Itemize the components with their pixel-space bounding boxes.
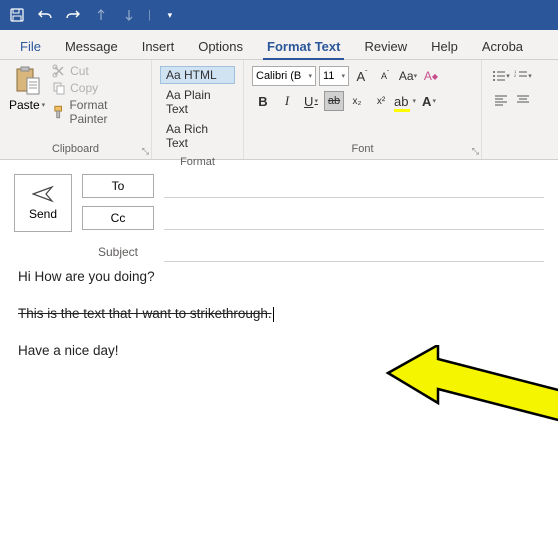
down-arrow-icon bbox=[118, 4, 140, 26]
superscript-button[interactable]: x² bbox=[370, 90, 392, 112]
font-color-button[interactable]: A ▾ bbox=[418, 90, 440, 112]
paste-button[interactable]: Paste ▾ bbox=[6, 64, 48, 114]
customize-qat-icon[interactable]: ▾ bbox=[159, 4, 181, 26]
tab-file[interactable]: File bbox=[8, 33, 53, 59]
clipboard-group-label: Clipboard bbox=[6, 141, 145, 157]
tab-format-text[interactable]: Format Text bbox=[255, 33, 352, 59]
subject-input[interactable] bbox=[164, 242, 544, 262]
chevron-down-icon: ▾ bbox=[42, 101, 46, 109]
align-center-button[interactable] bbox=[512, 90, 534, 110]
tab-options[interactable]: Options bbox=[186, 33, 255, 59]
format-group-label: Format bbox=[158, 154, 237, 170]
qat-separator: | bbox=[148, 9, 151, 21]
subject-label: Subject bbox=[82, 245, 154, 259]
tab-acrobat[interactable]: Acroba bbox=[470, 33, 535, 59]
align-left-button[interactable] bbox=[490, 90, 512, 110]
title-bar: | ▾ bbox=[0, 0, 558, 30]
undo-icon[interactable] bbox=[34, 4, 56, 26]
font-name-value: Calibri (B bbox=[256, 70, 301, 82]
underline-button[interactable]: U▾ bbox=[300, 90, 322, 112]
tab-review[interactable]: Review bbox=[352, 33, 419, 59]
save-icon[interactable] bbox=[6, 4, 28, 26]
tab-insert[interactable]: Insert bbox=[130, 33, 187, 59]
format-painter-label: Format Painter bbox=[69, 98, 145, 126]
send-label: Send bbox=[29, 207, 57, 221]
shrink-font-button[interactable]: Aˇ bbox=[375, 66, 395, 86]
bold-button[interactable]: B bbox=[252, 90, 274, 112]
font-group-label: Font bbox=[250, 141, 475, 157]
font-launcher-icon[interactable]: ⤡ bbox=[472, 146, 479, 157]
subscript-button[interactable]: x₂ bbox=[346, 90, 368, 112]
cc-input[interactable] bbox=[164, 206, 544, 230]
grow-font-button[interactable]: Aˆ bbox=[352, 66, 372, 86]
group-clipboard: Paste ▾ Cut Copy Format Painter Clipboar… bbox=[0, 60, 152, 159]
svg-text:2: 2 bbox=[514, 73, 517, 78]
send-button[interactable]: Send bbox=[14, 174, 72, 232]
format-plain-button[interactable]: Aa Plain Text bbox=[160, 86, 235, 118]
font-size-select[interactable]: 11 ▾ bbox=[319, 66, 349, 86]
body-line-2-strike: This is the text that I want to striketh… bbox=[18, 306, 272, 321]
body-line-3: Have a nice day! bbox=[18, 342, 540, 361]
to-input[interactable] bbox=[164, 174, 544, 198]
group-paragraph: ▾ 12▾ bbox=[482, 60, 558, 159]
format-rich-button[interactable]: Aa Rich Text bbox=[160, 120, 235, 152]
tab-message[interactable]: Message bbox=[53, 33, 130, 59]
cut-button: Cut bbox=[52, 64, 145, 78]
change-case-button[interactable]: Aa▾ bbox=[398, 66, 418, 86]
paste-label: Paste bbox=[9, 98, 40, 112]
numbering-button[interactable]: 12▾ bbox=[512, 66, 534, 86]
cut-label: Cut bbox=[70, 64, 89, 78]
body-line-1: Hi How are you doing? bbox=[18, 268, 540, 287]
text-cursor bbox=[273, 307, 274, 322]
format-html-button[interactable]: Aa HTML bbox=[160, 66, 235, 84]
redo-icon[interactable] bbox=[62, 4, 84, 26]
copy-label: Copy bbox=[70, 81, 98, 95]
to-button[interactable]: To bbox=[82, 174, 154, 198]
group-format: Aa HTML Aa Plain Text Aa Rich Text Forma… bbox=[152, 60, 244, 159]
bullets-button[interactable]: ▾ bbox=[490, 66, 512, 86]
group-font: Calibri (B ▾ 11 ▾ Aˆ Aˇ Aa▾ A◆ B I U▾ ab… bbox=[244, 60, 482, 159]
italic-button[interactable]: I bbox=[276, 90, 298, 112]
chevron-down-icon: ▾ bbox=[341, 72, 345, 80]
message-body[interactable]: Hi How are you doing? This is the text t… bbox=[14, 262, 544, 385]
format-painter-button[interactable]: Format Painter bbox=[52, 98, 145, 126]
tab-help[interactable]: Help bbox=[419, 33, 470, 59]
chevron-down-icon: ▾ bbox=[308, 72, 312, 80]
clear-formatting-button[interactable]: A◆ bbox=[421, 66, 441, 86]
up-arrow-icon bbox=[90, 4, 112, 26]
highlight-button[interactable]: ab ▾ bbox=[394, 90, 416, 112]
font-size-value: 11 bbox=[323, 70, 334, 82]
clipboard-launcher-icon[interactable]: ⤡ bbox=[142, 146, 149, 157]
ribbon-tabs: File Message Insert Options Format Text … bbox=[0, 30, 558, 60]
compose-area: Send To Cc Subject Hi How are you doing?… bbox=[0, 160, 558, 399]
font-name-select[interactable]: Calibri (B ▾ bbox=[252, 66, 316, 86]
strikethrough-button[interactable]: ab bbox=[324, 91, 344, 111]
ribbon: Paste ▾ Cut Copy Format Painter Clipboar… bbox=[0, 60, 558, 160]
cc-button[interactable]: Cc bbox=[82, 206, 154, 230]
copy-button: Copy bbox=[52, 81, 145, 95]
